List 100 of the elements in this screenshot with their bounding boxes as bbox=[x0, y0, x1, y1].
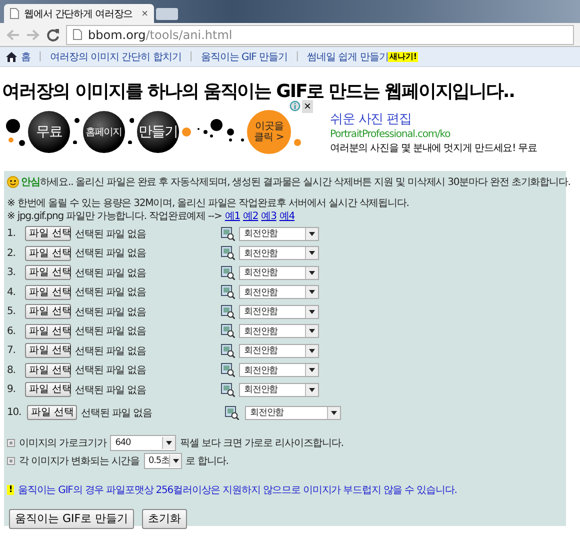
rotation-select[interactable]: 회전안함 bbox=[245, 406, 341, 420]
divider: | bbox=[38, 51, 42, 62]
file-status: 선택된 파일 없음 bbox=[75, 286, 147, 300]
file-select-button[interactable]: 파일 선택 bbox=[25, 362, 71, 378]
preview-icon[interactable] bbox=[221, 246, 235, 260]
dots-drawing bbox=[128, 118, 134, 144]
new-badge: 새나기! bbox=[388, 52, 418, 62]
row-number: 7. bbox=[7, 345, 16, 356]
rotation-select[interactable]: 회전안함 bbox=[239, 285, 319, 300]
make-gif-button[interactable]: 움직이는 GIF로 만들기 bbox=[9, 508, 134, 528]
preview-icon[interactable] bbox=[221, 324, 235, 338]
file-select-button[interactable]: 파일 선택 bbox=[25, 343, 71, 358]
file-select-button[interactable]: 파일 선택 bbox=[25, 382, 71, 398]
dropdown-arrow-icon bbox=[309, 251, 315, 256]
file-status: 선택된 파일 없음 bbox=[75, 266, 147, 280]
dropdown-arrow-icon bbox=[309, 290, 315, 294]
rotation-select[interactable]: 회전안함 bbox=[239, 363, 319, 378]
setting-label: 각 이미지가 변화되는 시간을 bbox=[19, 454, 140, 468]
setting-label: 이미지의 가로크기가 bbox=[19, 436, 106, 450]
dropdown-arrow-icon bbox=[309, 310, 315, 314]
preview-icon[interactable] bbox=[225, 406, 239, 420]
smiley-icon bbox=[7, 176, 19, 188]
dropdown-arrow-icon bbox=[309, 270, 315, 275]
setting-select[interactable]: 640 bbox=[110, 434, 176, 450]
setting-select[interactable]: 0.5초 bbox=[144, 452, 182, 468]
browser-tab[interactable]: 웹에서 간단하게 여러장으 × bbox=[4, 4, 154, 23]
file-select-button[interactable]: 파일 선택 bbox=[25, 284, 71, 300]
file-select-button[interactable]: 파일 선택 bbox=[27, 405, 77, 420]
rotation-select[interactable]: 회전안함 bbox=[239, 304, 319, 319]
file-status: 선택된 파일 없음 bbox=[75, 306, 147, 319]
ad-bubble: 만들기 bbox=[137, 111, 179, 153]
example-link[interactable]: 예1 bbox=[224, 211, 240, 222]
preview-icon[interactable] bbox=[221, 285, 235, 300]
dots-drawing bbox=[6, 119, 25, 146]
file-select-button[interactable]: 파일 선택 bbox=[25, 226, 71, 242]
preview-icon[interactable] bbox=[221, 363, 235, 378]
setting-label: 픽셀 보다 크면 가로로 리사이즈합니다. bbox=[180, 436, 344, 450]
info-text: ※ jpg.gif.png 파일만 가능합니다. 작업완료예제 --> bbox=[7, 211, 222, 222]
ad-bubble: 홈페이지 bbox=[82, 111, 124, 153]
file-select-button[interactable]: 파일 선택 bbox=[25, 265, 71, 280]
info-icon bbox=[288, 100, 301, 112]
file-status: 선택된 파일 없음 bbox=[75, 344, 147, 358]
row-number: 3. bbox=[7, 267, 16, 278]
home-link[interactable]: 홈 bbox=[21, 50, 30, 64]
dropdown-arrow-icon bbox=[172, 458, 178, 462]
nav-link[interactable]: 여러장의 이미지 간단히 합치기 bbox=[50, 50, 182, 64]
setting-label: 로 합니다. bbox=[186, 454, 228, 468]
reset-button[interactable]: 초기화 bbox=[142, 508, 188, 528]
preview-icon[interactable] bbox=[221, 226, 235, 241]
row-number: 8. bbox=[7, 364, 16, 376]
nav-link[interactable]: 움직이는 GIF 만들기 bbox=[200, 50, 288, 64]
file-select-button[interactable]: 파일 선택 bbox=[25, 304, 71, 320]
ad-headline[interactable]: 쉬운 사진 편집 bbox=[330, 110, 537, 128]
row-number: 4. bbox=[7, 286, 16, 298]
divider: | bbox=[189, 51, 193, 62]
close-button[interactable]: × bbox=[302, 100, 313, 113]
rotation-select[interactable]: 회전안함 bbox=[239, 382, 319, 397]
info-text: ※ 한번에 올릴 수 있는 용량은 32M이며, 올리신 파일은 작업완료후 서버에서 실시간 삭제됩니다. bbox=[7, 198, 409, 209]
example-link[interactable]: 예4 bbox=[279, 211, 295, 222]
rotation-select[interactable]: 회전안함 bbox=[239, 226, 319, 241]
dots-drawing bbox=[182, 119, 244, 142]
preview-icon[interactable] bbox=[221, 344, 235, 358]
file-status: 선택된 파일 없음 bbox=[81, 406, 153, 420]
warning-mark: ! bbox=[7, 484, 14, 494]
tab-title: 웹에서 간단하게 여러장으 bbox=[24, 8, 134, 20]
dropdown-arrow-icon bbox=[309, 368, 315, 372]
ad-url: PortraitProfessional.com/ko bbox=[330, 128, 452, 140]
ad-text: 여러분의 사진을 몇 분내에 멋지게 만드세요! 무료 bbox=[330, 142, 537, 154]
rotation-select[interactable]: 회전안함 bbox=[239, 246, 319, 260]
example-link[interactable]: 예2 bbox=[243, 211, 258, 222]
notice-text: 안심하세요.. 올리신 파일은 완료 후 자동삭제되며, 생성된 결과물은 실시간 삭제버튼 지원 및 미삭제시 30분마다 완전 초기화합니다. bbox=[21, 176, 570, 189]
close-button[interactable]: × bbox=[142, 8, 148, 20]
file-select-button[interactable]: 파일 선택 bbox=[25, 324, 71, 339]
preview-icon[interactable] bbox=[221, 266, 235, 280]
example-link[interactable]: 예3 bbox=[261, 211, 276, 222]
preview-icon[interactable] bbox=[221, 382, 235, 397]
rotation-select[interactable]: 회전안함 bbox=[239, 344, 319, 358]
reload-icon[interactable] bbox=[46, 28, 60, 42]
bullet-icon bbox=[7, 438, 15, 446]
address-bar[interactable]: bbom.org/tools/ani.html bbox=[66, 24, 574, 44]
dropdown-arrow-icon bbox=[309, 232, 315, 236]
dropdown-arrow-icon bbox=[166, 440, 172, 444]
row-number: 1. bbox=[7, 228, 16, 240]
row-number: 2. bbox=[7, 248, 16, 259]
row-number: 5. bbox=[7, 306, 16, 318]
dropdown-arrow-icon bbox=[309, 329, 315, 334]
ad-cta[interactable]: 이곳을 클릭 > bbox=[247, 110, 291, 154]
row-number: 10. bbox=[7, 407, 22, 418]
rotation-select[interactable]: 회전안함 bbox=[239, 266, 319, 280]
page-icon bbox=[73, 29, 82, 40]
dropdown-arrow-icon bbox=[331, 410, 337, 414]
home-icon bbox=[6, 52, 17, 62]
url-text: bbom.org/tools/ani.html bbox=[88, 28, 232, 42]
nav-link[interactable]: 썸네일 쉽게 만들기 bbox=[306, 50, 388, 64]
preview-icon[interactable] bbox=[221, 304, 235, 319]
file-select-button[interactable]: 파일 선택 bbox=[25, 246, 71, 261]
dropdown-arrow-icon bbox=[309, 388, 315, 392]
file-status: 선택된 파일 없음 bbox=[75, 384, 147, 397]
rotation-select[interactable]: 회전안함 bbox=[239, 324, 319, 338]
divider: | bbox=[296, 51, 299, 62]
